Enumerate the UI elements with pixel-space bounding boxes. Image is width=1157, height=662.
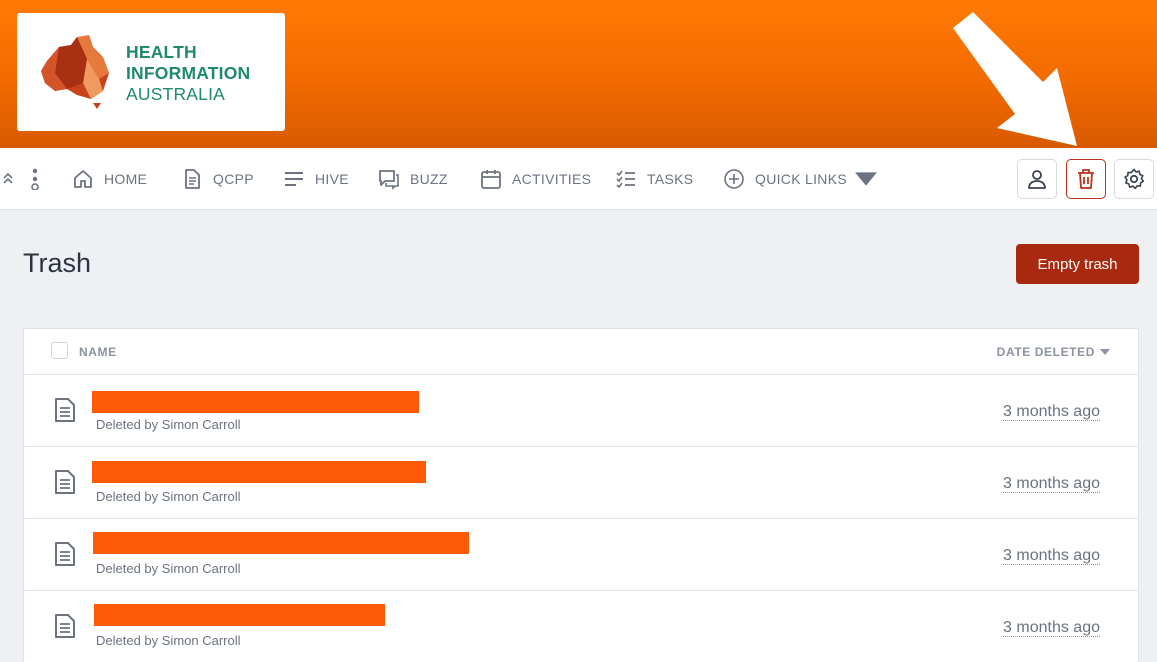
- nav-item-hive[interactable]: HIVE: [283, 148, 349, 210]
- home-icon: [74, 170, 92, 188]
- collapse-chevron-icon[interactable]: [2, 172, 14, 187]
- checklist-icon: [616, 170, 635, 189]
- logo[interactable]: HEALTH INFORMATION AUSTRALIA: [17, 13, 285, 131]
- date-deleted[interactable]: 3 months ago: [1003, 403, 1100, 421]
- nav-label-buzz: BUZZ: [410, 171, 448, 187]
- select-all-checkbox[interactable]: [51, 342, 68, 359]
- table-row[interactable]: Deleted by Simon Carroll 3 months ago: [24, 375, 1138, 447]
- nav-label-tasks: TASKS: [647, 171, 694, 187]
- australia-map-icon: [41, 35, 109, 109]
- document-icon: [55, 470, 75, 494]
- table-row[interactable]: Deleted by Simon Carroll 3 months ago: [24, 447, 1138, 519]
- trash-icon: [1078, 169, 1094, 189]
- deleted-by-text: Deleted by Simon Carroll: [96, 417, 241, 432]
- table-row[interactable]: Deleted by Simon Carroll 3 months ago: [24, 519, 1138, 591]
- date-deleted[interactable]: 3 months ago: [1003, 475, 1100, 493]
- more-vertical-icon[interactable]: [30, 168, 40, 190]
- sort-down-icon: [1100, 349, 1110, 355]
- settings-button[interactable]: [1114, 159, 1154, 199]
- redacted-file-name: [92, 391, 419, 413]
- deleted-by-text: Deleted by Simon Carroll: [96, 561, 241, 576]
- profile-button[interactable]: [1017, 159, 1057, 199]
- gear-icon: [1124, 168, 1145, 190]
- pointer-arrow-icon: [953, 12, 1077, 146]
- document-icon: [185, 169, 200, 189]
- table-header: NAME DATE DELETED: [24, 329, 1138, 375]
- calendar-icon: [481, 170, 501, 189]
- brand-line-3: AUSTRALIA: [126, 84, 226, 104]
- brand-line-2: INFORMATION: [126, 63, 251, 83]
- trash-button[interactable]: [1066, 159, 1106, 199]
- nav-item-home[interactable]: HOME: [72, 148, 147, 210]
- nav-item-qcpp[interactable]: QCPP: [181, 148, 254, 210]
- user-icon: [1028, 170, 1046, 189]
- column-header-date-deleted[interactable]: DATE DELETED: [997, 345, 1110, 359]
- nav-label-activities: ACTIVITIES: [512, 171, 592, 187]
- nav-label-quick-links: QUICK LINKS: [755, 171, 847, 187]
- table-row[interactable]: Deleted by Simon Carroll 3 months ago: [24, 591, 1138, 662]
- header-banner: HEALTH INFORMATION AUSTRALIA: [0, 0, 1157, 148]
- empty-trash-button[interactable]: Empty trash: [1016, 244, 1139, 284]
- trash-table: NAME DATE DELETED Deleted by Simon Carro…: [23, 328, 1139, 662]
- deleted-by-text: Deleted by Simon Carroll: [96, 633, 241, 648]
- main-navbar: HOME QCPP HIVE BUZZ ACTIVITIES TASKS QUI…: [0, 148, 1157, 210]
- nav-item-tasks[interactable]: TASKS: [615, 148, 693, 210]
- column-header-name[interactable]: NAME: [79, 345, 117, 359]
- chevron-down-icon: [855, 172, 877, 186]
- nav-label-home: HOME: [104, 171, 148, 187]
- brand-name: HEALTH INFORMATION AUSTRALIA: [126, 42, 250, 105]
- document-icon: [55, 542, 75, 566]
- nav-item-buzz[interactable]: BUZZ: [378, 148, 448, 210]
- redacted-file-name: [92, 461, 426, 483]
- page-title: Trash: [23, 248, 92, 278]
- redacted-file-name: [94, 604, 385, 626]
- deleted-by-text: Deleted by Simon Carroll: [96, 489, 241, 504]
- brand-line-1: HEALTH: [126, 42, 197, 62]
- plus-circle-icon: [724, 169, 744, 189]
- chat-icon: [379, 170, 399, 190]
- redacted-file-name: [93, 532, 469, 554]
- document-icon: [55, 398, 75, 422]
- column-header-date-label: DATE DELETED: [996, 345, 1095, 359]
- document-icon: [55, 614, 75, 638]
- nav-item-activities[interactable]: ACTIVITIES: [480, 148, 591, 210]
- nav-label-hive: HIVE: [315, 171, 349, 187]
- nav-item-quick-links[interactable]: QUICK LINKS: [723, 148, 887, 210]
- lines-icon: [285, 172, 303, 186]
- date-deleted[interactable]: 3 months ago: [1003, 547, 1100, 565]
- date-deleted[interactable]: 3 months ago: [1003, 619, 1100, 637]
- nav-label-qcpp: QCPP: [213, 171, 254, 187]
